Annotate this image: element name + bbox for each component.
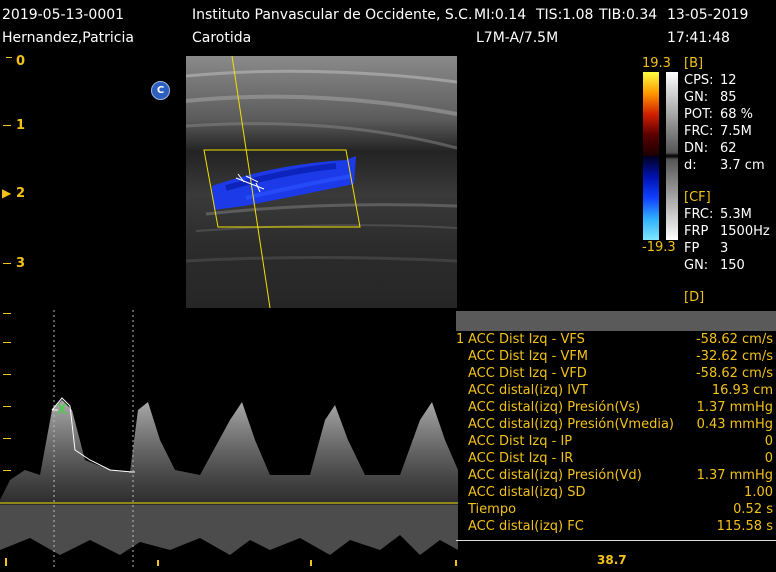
measurement-row[interactable]: ACC Dist Izq - VFD -58.62 cm/s <box>456 366 776 383</box>
measurement-label: ACC distal(izq) Presión(Vd) <box>468 468 642 483</box>
measurement-label: ACC Dist Izq - VFS <box>468 332 585 347</box>
doppler-bottom-value: 38.7 <box>597 553 627 567</box>
measurement-index: 1 <box>456 332 465 347</box>
param-d-header: [D] <box>684 290 705 305</box>
param-cf-header: [CF] <box>684 190 711 205</box>
mi-index: MI:0.14 <box>474 7 527 23</box>
measurement-value: -32.62 cm/s <box>695 349 773 364</box>
param-cf-value: 3 <box>720 241 729 256</box>
measurement-value: 115.58 s <box>716 519 773 534</box>
param-cf-key: FP <box>684 241 700 256</box>
measurement-row[interactable]: ACC Dist Izq - IR 0 <box>456 451 776 468</box>
doppler-spectrum[interactable]: X <box>0 310 458 568</box>
tib-index: TIB:0.34 <box>599 7 658 23</box>
measurement-value: 0.52 s <box>733 502 773 517</box>
measurement-label: ACC distal(izq) FC <box>468 519 584 534</box>
bmode-image[interactable] <box>186 56 457 308</box>
param-b-key: GN: <box>684 90 709 105</box>
measurement-label: ACC distal(izq) SD <box>468 485 586 500</box>
measurement-value: 0.43 mmHg <box>696 417 773 432</box>
depth-label-1: 1 <box>16 118 26 133</box>
color-scale-max: 19.3 <box>642 56 671 71</box>
measurement-row[interactable]: ACC distal(izq) Presión(Vs) 1.37 mmHg <box>456 400 776 417</box>
orientation-marker-label: C <box>156 85 165 96</box>
depth-label-0: 0 <box>16 54 26 69</box>
measurement-row[interactable]: ACC distal(izq) Presión(Vmedia) 0.43 mmHg <box>456 417 776 434</box>
orientation-marker-icon: C <box>151 81 170 100</box>
measurement-value: -58.62 cm/s <box>695 366 773 381</box>
measurement-label: ACC Dist Izq - IP <box>468 434 573 449</box>
param-b-key: DN: <box>684 141 709 156</box>
measurement-label: ACC Dist Izq - VFD <box>468 366 587 381</box>
measurement-row[interactable]: 1 ACC Dist Izq - VFS -58.62 cm/s <box>456 332 776 349</box>
param-cf-key: GN: <box>684 258 709 273</box>
measurement-value: 1.37 mmHg <box>696 468 773 483</box>
measurement-row[interactable]: Tiempo 0.52 s <box>456 502 776 519</box>
param-b-value: 12 <box>720 73 737 88</box>
param-cf-key: FRC: <box>684 207 714 222</box>
color-scale-min: -19.3 <box>642 240 676 255</box>
param-b-value: 7.5M <box>720 124 752 139</box>
measurement-title-bar <box>456 311 776 331</box>
probe-name: L7M-A/7.5M <box>476 30 559 46</box>
param-b-key: POT: <box>684 107 713 122</box>
grayscale-bar <box>666 72 678 240</box>
patient-id: 2019-05-13-0001 <box>2 7 125 23</box>
color-scale-bar <box>643 72 659 240</box>
param-b-value: 85 <box>720 90 737 105</box>
patient-name: Hernandez,Patricia <box>2 30 134 46</box>
measurement-label: ACC distal(izq) Presión(Vs) <box>468 400 641 415</box>
measurement-label: ACC distal(izq) Presión(Vmedia) <box>468 417 675 432</box>
measurement-value: -58.62 cm/s <box>695 332 773 347</box>
doppler-svg: X <box>0 310 458 568</box>
depth-label-3: 3 <box>16 256 26 271</box>
exam-time: 17:41:48 <box>667 30 730 46</box>
exam-type: Carotida <box>192 30 252 46</box>
measurement-row[interactable]: ACC distal(izq) Presión(Vd) 1.37 mmHg <box>456 468 776 485</box>
param-cf-value: 1500Hz <box>720 224 770 239</box>
institution-name: Instituto Panvascular de Occidente, S.C. <box>192 7 473 23</box>
param-cf-value: 5.3M <box>720 207 752 222</box>
bmode-svg <box>186 56 457 308</box>
focus-marker-icon: ▶ <box>2 186 12 200</box>
param-cf-key: FRP <box>684 224 709 239</box>
exam-date: 13-05-2019 <box>667 7 749 23</box>
measurement-row[interactable]: ACC Dist Izq - VFM -32.62 cm/s <box>456 349 776 366</box>
measurement-value: 16.93 cm <box>711 383 773 398</box>
param-b-value: 62 <box>720 141 737 156</box>
measurement-row[interactable]: ACC distal(izq) FC 115.58 s <box>456 519 776 536</box>
param-b-value: 3.7 cm <box>720 158 765 173</box>
measurement-label: ACC distal(izq) IVT <box>468 383 588 398</box>
measurement-value: 1.00 <box>744 485 773 500</box>
measurement-row[interactable]: ACC distal(izq) SD 1.00 <box>456 485 776 502</box>
param-b-key: d: <box>684 158 697 173</box>
measurement-label: Tiempo <box>468 502 517 517</box>
tis-index: TIS:1.08 <box>536 7 594 23</box>
measurement-label: ACC Dist Izq - VFM <box>468 349 589 364</box>
param-b-header: [B] <box>684 56 704 71</box>
measurement-list: 1 ACC Dist Izq - VFS -58.62 cm/s ACC Dist … <box>456 332 776 536</box>
measurement-value: 0 <box>764 451 773 466</box>
measurement-value: 1.37 mmHg <box>696 400 773 415</box>
measurement-divider <box>456 540 776 541</box>
depth-label-2: 2 <box>16 186 26 201</box>
param-cf-value: 150 <box>720 258 745 273</box>
measurement-label: ACC Dist Izq - IR <box>468 451 574 466</box>
measurement-value: 0 <box>764 434 773 449</box>
param-b-key: FRC: <box>684 124 714 139</box>
svg-text:X: X <box>57 402 67 418</box>
param-b-value: 68 % <box>720 107 754 122</box>
measurement-row[interactable]: ACC distal(izq) IVT 16.93 cm <box>456 383 776 400</box>
measurement-row[interactable]: ACC Dist Izq - IP 0 <box>456 434 776 451</box>
param-b-key: CPS: <box>684 73 714 88</box>
